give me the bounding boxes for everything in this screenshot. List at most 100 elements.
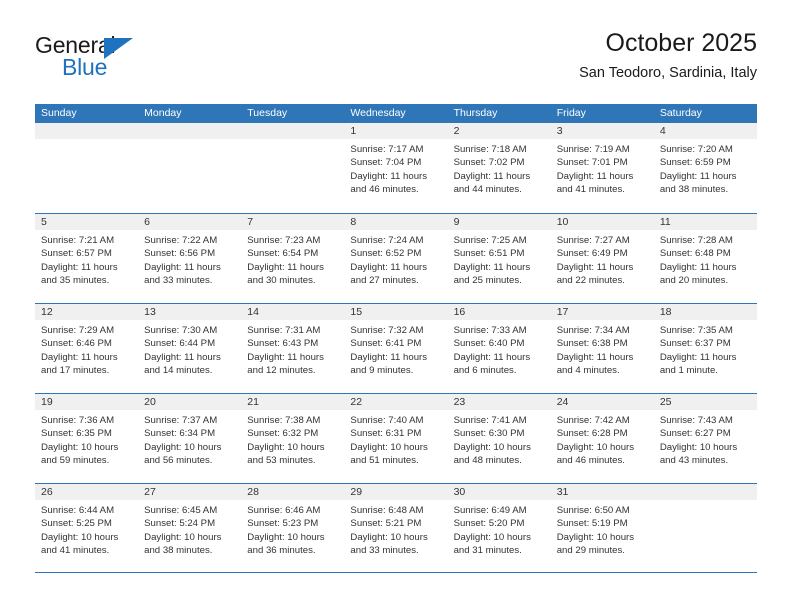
day-cell[interactable]: 24 Sunrise: 7:42 AM Sunset: 6:28 PM Dayligh… bbox=[550, 394, 654, 483]
daylight-text-line1: Daylight: 11 hours bbox=[453, 351, 531, 363]
day-cell[interactable]: 15 Sunrise: 7:32 AM Sunset: 6:41 PM Dayligh… bbox=[344, 304, 448, 393]
day-number: 2 bbox=[447, 123, 551, 139]
day-number: 17 bbox=[550, 304, 654, 320]
daylight-text-line1: Daylight: 11 hours bbox=[659, 261, 737, 273]
sunset-text: Sunset: 6:43 PM bbox=[247, 338, 319, 350]
day-cell[interactable]: 28 Sunrise: 6:46 AM Sunset: 5:23 PM Dayligh… bbox=[241, 484, 345, 572]
day-number: 31 bbox=[550, 484, 654, 500]
daylight-text-line1: Daylight: 11 hours bbox=[556, 261, 634, 273]
daylight-text-line2: and 30 minutes. bbox=[247, 275, 316, 287]
daylight-text-line1: Daylight: 10 hours bbox=[144, 441, 222, 453]
day-cell[interactable]: 3 Sunrise: 7:19 AM Sunset: 7:01 PM Daylight… bbox=[550, 123, 654, 213]
daylight-text-line2: and 35 minutes. bbox=[41, 275, 110, 287]
day-cell[interactable]: 11 Sunrise: 7:28 AM Sunset: 6:48 PM Dayligh… bbox=[653, 214, 757, 303]
daylight-text-line1: Daylight: 10 hours bbox=[144, 531, 222, 543]
day-info: Sunrise: 6:46 AM Sunset: 5:23 PM Daylight:… bbox=[241, 500, 344, 558]
sunset-text: Sunset: 5:24 PM bbox=[144, 518, 216, 530]
daylight-text-line2: and 51 minutes. bbox=[350, 455, 419, 467]
day-info: Sunrise: 7:21 AM Sunset: 6:57 PM Daylight:… bbox=[35, 230, 138, 288]
daylight-text-line2: and 38 minutes. bbox=[659, 184, 729, 196]
day-cell-empty bbox=[138, 123, 242, 213]
daylight-text-line1: Daylight: 11 hours bbox=[247, 351, 324, 363]
day-cell[interactable]: 14 Sunrise: 7:31 AM Sunset: 6:43 PM Dayligh… bbox=[241, 304, 345, 393]
weeks-container: 1 Sunrise: 7:17 AM Sunset: 7:04 PM Daylight… bbox=[35, 123, 757, 573]
daylight-text-line2: and 36 minutes. bbox=[247, 545, 316, 557]
sunrise-text: Sunrise: 7:36 AM bbox=[41, 415, 115, 426]
daylight-text-line1: Daylight: 10 hours bbox=[556, 441, 635, 453]
brand-logo[interactable]: General Blue bbox=[35, 32, 255, 92]
sunrise-text: Sunrise: 7:42 AM bbox=[556, 415, 630, 426]
sunset-text: Sunset: 7:02 PM bbox=[453, 157, 525, 169]
day-info: Sunrise: 7:22 AM Sunset: 6:56 PM Daylight:… bbox=[138, 230, 241, 288]
sunrise-text: Sunrise: 7:41 AM bbox=[453, 415, 527, 426]
sunrise-text: Sunrise: 7:29 AM bbox=[41, 325, 115, 336]
day-cell[interactable]: 8 Sunrise: 7:24 AM Sunset: 6:52 PM Daylight… bbox=[344, 214, 448, 303]
day-cell[interactable]: 23 Sunrise: 7:41 AM Sunset: 6:30 PM Dayligh… bbox=[447, 394, 551, 483]
day-cell[interactable]: 27 Sunrise: 6:45 AM Sunset: 5:24 PM Dayligh… bbox=[138, 484, 242, 572]
sunrise-text: Sunrise: 6:50 AM bbox=[556, 505, 630, 516]
day-info: Sunrise: 7:35 AM Sunset: 6:37 PM Daylight:… bbox=[654, 320, 757, 378]
day-number bbox=[138, 123, 242, 139]
day-cell[interactable]: 10 Sunrise: 7:27 AM Sunset: 6:49 PM Dayligh… bbox=[550, 214, 654, 303]
day-cell[interactable]: 30 Sunrise: 6:49 AM Sunset: 5:20 PM Dayligh… bbox=[447, 484, 551, 572]
day-cell[interactable]: 2 Sunrise: 7:18 AM Sunset: 7:02 PM Daylight… bbox=[447, 123, 551, 213]
sunset-text: Sunset: 7:01 PM bbox=[556, 157, 628, 169]
sunset-text: Sunset: 6:38 PM bbox=[556, 338, 628, 350]
daylight-text-line2: and 59 minutes. bbox=[41, 455, 110, 467]
weekday-header-row: Sunday Monday Tuesday Wednesday Thursday… bbox=[35, 104, 757, 123]
day-info: Sunrise: 7:29 AM Sunset: 6:46 PM Daylight:… bbox=[35, 320, 138, 378]
daylight-text-line2: and 38 minutes. bbox=[144, 545, 213, 557]
daylight-text-line1: Daylight: 10 hours bbox=[247, 441, 325, 453]
day-number: 28 bbox=[241, 484, 345, 500]
day-number: 4 bbox=[653, 123, 757, 139]
sunset-text: Sunset: 5:25 PM bbox=[41, 518, 112, 530]
sunset-text: Sunset: 5:20 PM bbox=[453, 518, 525, 530]
daylight-text-line1: Daylight: 10 hours bbox=[556, 531, 635, 543]
week-row: 5 Sunrise: 7:21 AM Sunset: 6:57 PM Daylight… bbox=[35, 213, 757, 303]
day-cell[interactable]: 1 Sunrise: 7:17 AM Sunset: 7:04 PM Daylight… bbox=[344, 123, 448, 213]
day-cell[interactable]: 9 Sunrise: 7:25 AM Sunset: 6:51 PM Daylight… bbox=[447, 214, 551, 303]
day-cell[interactable]: 16 Sunrise: 7:33 AM Sunset: 6:40 PM Dayligh… bbox=[447, 304, 551, 393]
sunrise-text: Sunrise: 7:21 AM bbox=[41, 235, 115, 246]
day-cell[interactable]: 18 Sunrise: 7:35 AM Sunset: 6:37 PM Dayligh… bbox=[653, 304, 757, 393]
day-info: Sunrise: 7:20 AM Sunset: 6:59 PM Daylight:… bbox=[654, 139, 757, 197]
sunset-text: Sunset: 6:49 PM bbox=[556, 248, 628, 260]
sunrise-text: Sunrise: 7:30 AM bbox=[144, 325, 218, 336]
daylight-text-line2: and 46 minutes. bbox=[350, 184, 419, 196]
sunrise-text: Sunrise: 6:49 AM bbox=[453, 505, 527, 516]
daylight-text-line2: and 33 minutes. bbox=[350, 545, 419, 557]
day-info: Sunrise: 7:40 AM Sunset: 6:31 PM Daylight:… bbox=[344, 410, 447, 468]
sunrise-text: Sunrise: 6:45 AM bbox=[144, 505, 218, 516]
sunrise-text: Sunrise: 7:18 AM bbox=[453, 144, 527, 155]
day-cell[interactable]: 13 Sunrise: 7:30 AM Sunset: 6:44 PM Dayligh… bbox=[138, 304, 242, 393]
day-number: 21 bbox=[241, 394, 345, 410]
sunset-text: Sunset: 6:57 PM bbox=[41, 248, 112, 260]
day-cell[interactable]: 29 Sunrise: 6:48 AM Sunset: 5:21 PM Dayligh… bbox=[344, 484, 448, 572]
day-cell[interactable]: 31 Sunrise: 6:50 AM Sunset: 5:19 PM Dayligh… bbox=[550, 484, 654, 572]
calendar-page: General Blue October 2025 San Teodoro, S… bbox=[0, 0, 792, 612]
daylight-text-line1: Daylight: 10 hours bbox=[453, 531, 531, 543]
daylight-text-line1: Daylight: 10 hours bbox=[350, 531, 428, 543]
day-cell[interactable]: 22 Sunrise: 7:40 AM Sunset: 6:31 PM Dayligh… bbox=[344, 394, 448, 483]
day-cell[interactable]: 17 Sunrise: 7:34 AM Sunset: 6:38 PM Dayligh… bbox=[550, 304, 654, 393]
daylight-text-line2: and 56 minutes. bbox=[144, 455, 213, 467]
day-cell[interactable]: 12 Sunrise: 7:29 AM Sunset: 6:46 PM Dayligh… bbox=[35, 304, 139, 393]
sunset-text: Sunset: 5:23 PM bbox=[247, 518, 319, 530]
day-cell[interactable]: 4 Sunrise: 7:20 AM Sunset: 6:59 PM Daylight… bbox=[653, 123, 757, 213]
day-cell[interactable]: 26 Sunrise: 6:44 AM Sunset: 5:25 PM Dayligh… bbox=[35, 484, 139, 572]
daylight-text-line1: Daylight: 11 hours bbox=[350, 351, 428, 363]
day-cell[interactable]: 21 Sunrise: 7:38 AM Sunset: 6:32 PM Dayligh… bbox=[241, 394, 345, 483]
day-number: 10 bbox=[550, 214, 654, 230]
day-cell[interactable]: 25 Sunrise: 7:43 AM Sunset: 6:27 PM Dayligh… bbox=[653, 394, 757, 483]
day-cell[interactable]: 20 Sunrise: 7:37 AM Sunset: 6:34 PM Dayligh… bbox=[138, 394, 242, 483]
day-cell[interactable]: 19 Sunrise: 7:36 AM Sunset: 6:35 PM Dayligh… bbox=[35, 394, 139, 483]
day-cell[interactable]: 6 Sunrise: 7:22 AM Sunset: 6:56 PM Daylight… bbox=[138, 214, 242, 303]
daylight-text-line2: and 31 minutes. bbox=[453, 545, 522, 557]
day-number: 18 bbox=[653, 304, 757, 320]
day-info: Sunrise: 7:37 AM Sunset: 6:34 PM Daylight:… bbox=[138, 410, 241, 468]
day-cell[interactable]: 7 Sunrise: 7:23 AM Sunset: 6:54 PM Daylight… bbox=[241, 214, 345, 303]
day-number: 29 bbox=[344, 484, 448, 500]
day-cell[interactable]: 5 Sunrise: 7:21 AM Sunset: 6:57 PM Daylight… bbox=[35, 214, 139, 303]
sunset-text: Sunset: 6:54 PM bbox=[247, 248, 319, 260]
day-number: 16 bbox=[447, 304, 551, 320]
